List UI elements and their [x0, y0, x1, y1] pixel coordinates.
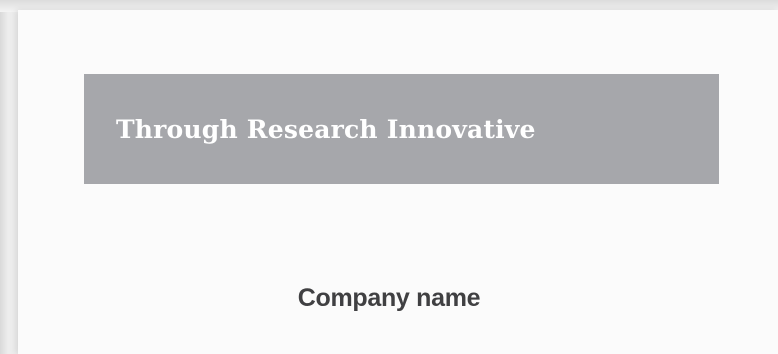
banner: Through Research Innovative — [84, 74, 719, 184]
screen: Through Research Innovative Company name — [0, 0, 778, 354]
company-name-label: Company name — [297, 284, 481, 312]
banner-title: Through Research Innovative — [116, 114, 536, 144]
